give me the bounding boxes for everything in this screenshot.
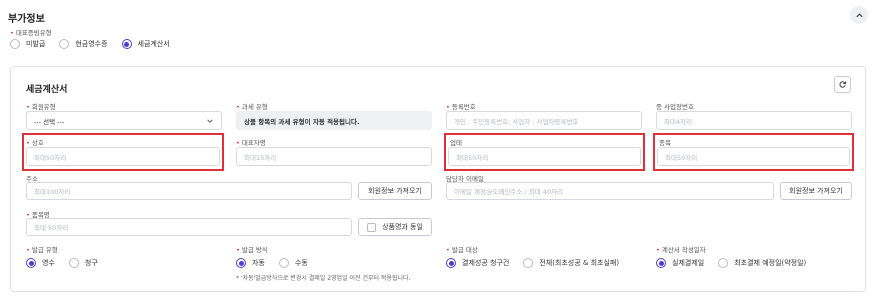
tax-type-display: 상품 항목의 과세 유형이 자동 적용됩니다.: [236, 111, 432, 130]
company-name-label: • 상호: [26, 139, 44, 147]
business-type-label: 업태: [450, 139, 462, 147]
radio-button-selected[interactable]: [236, 258, 246, 268]
chevron-down-icon: [207, 118, 213, 123]
radio-button-selected[interactable]: [656, 258, 666, 268]
issue-method-note: * '자동'발급방식으로 변경시 결제일 2영업일 이전 건부터 적용됩니다.: [236, 275, 411, 282]
issue-type-claim[interactable]: 청구: [68, 258, 98, 268]
checkbox[interactable]: [367, 222, 377, 232]
product-name-input[interactable]: 최대 50자리: [26, 218, 352, 236]
radio-button-selected[interactable]: [446, 258, 456, 268]
write-date-scheduled[interactable]: 최초결제 예정일(약정일): [718, 258, 806, 268]
issue-target-all[interactable]: 전체(최초성공 & 최초실패): [523, 258, 619, 268]
ceo-name-label: • 대표자명: [236, 139, 266, 147]
ceo-name-input[interactable]: 최대15자리: [236, 147, 432, 166]
radio-button-selected[interactable]: [121, 39, 132, 49]
member-type-label: • 회원유형: [26, 103, 56, 111]
card-title: 세금계산서: [26, 85, 68, 95]
manager-email-input[interactable]: 이메일 계정@도메인주소 / 최대 40자리: [446, 182, 774, 200]
address-fetch-button[interactable]: 회원정보 가져오기: [358, 182, 432, 200]
member-type-select[interactable]: --- 선택 ---: [26, 111, 222, 130]
radio-button[interactable]: [59, 39, 70, 49]
business-item-input[interactable]: 최대50자리: [657, 147, 850, 166]
address-input[interactable]: 최대100자리: [26, 182, 352, 200]
receipt-option-none[interactable]: 미발급: [10, 39, 45, 49]
issue-type-label: • 발급 유형: [26, 246, 58, 254]
reg-number-label: • 등록번호: [446, 103, 476, 111]
radio-button[interactable]: [10, 39, 20, 49]
issue-method-group: 자동 수동: [236, 258, 322, 268]
reg-number-input[interactable]: 개인 : 주민등록번호, 사업자 : 사업자등록번호: [446, 111, 642, 130]
receipt-type-group: 미발급 현금영수증 세금계산서: [10, 39, 184, 49]
radio-button[interactable]: [523, 258, 534, 268]
receipt-type-label: • 대표증빙유형: [10, 29, 52, 37]
radio-button[interactable]: [718, 258, 729, 268]
same-as-product-checkbox[interactable]: 상품명과 동일: [358, 218, 432, 236]
issue-target-group: 결제성공 청구건 전체(최초성공 & 최초실패): [446, 258, 633, 268]
company-name-input[interactable]: 최대50자리: [26, 147, 220, 166]
write-date-label: • 계산서 작성일자: [656, 246, 706, 254]
issue-target-label: • 발급 대상: [446, 246, 478, 254]
sub-business-number-input[interactable]: 최대4자리: [656, 111, 852, 130]
radio-button[interactable]: [68, 258, 79, 268]
business-item-label: 종목: [659, 139, 671, 147]
receipt-option-tax-invoice[interactable]: 세금계산서: [121, 39, 170, 49]
issue-type-group: 영수 청구: [26, 258, 112, 268]
tax-type-label: • 과세 유형: [236, 103, 268, 111]
chevron-up-icon: [855, 12, 863, 17]
write-date-actual[interactable]: 실제결제일: [656, 258, 704, 268]
issue-method-manual[interactable]: 수동: [278, 258, 308, 268]
write-date-group: 실제결제일 최초결제 예정일(약정일): [656, 258, 820, 268]
collapse-button[interactable]: [850, 6, 868, 24]
radio-button[interactable]: [278, 258, 289, 268]
receipt-option-cash[interactable]: 현금영수증: [59, 39, 108, 49]
email-fetch-button[interactable]: 회원정보 가져오기: [780, 182, 852, 200]
section-title: 부가정보: [8, 14, 45, 25]
issue-method-label: • 발급 방식: [236, 246, 268, 254]
refresh-icon: [839, 81, 847, 88]
issue-target-success[interactable]: 결제성공 청구건: [446, 258, 509, 268]
sub-business-number-label: 종 사업장번호: [656, 103, 694, 111]
issue-method-auto[interactable]: 자동: [236, 258, 265, 268]
refresh-button[interactable]: [834, 76, 851, 93]
issue-type-receipt[interactable]: 영수: [26, 258, 55, 268]
radio-button-selected[interactable]: [26, 258, 36, 268]
business-type-input[interactable]: 최대50자리: [448, 147, 641, 166]
